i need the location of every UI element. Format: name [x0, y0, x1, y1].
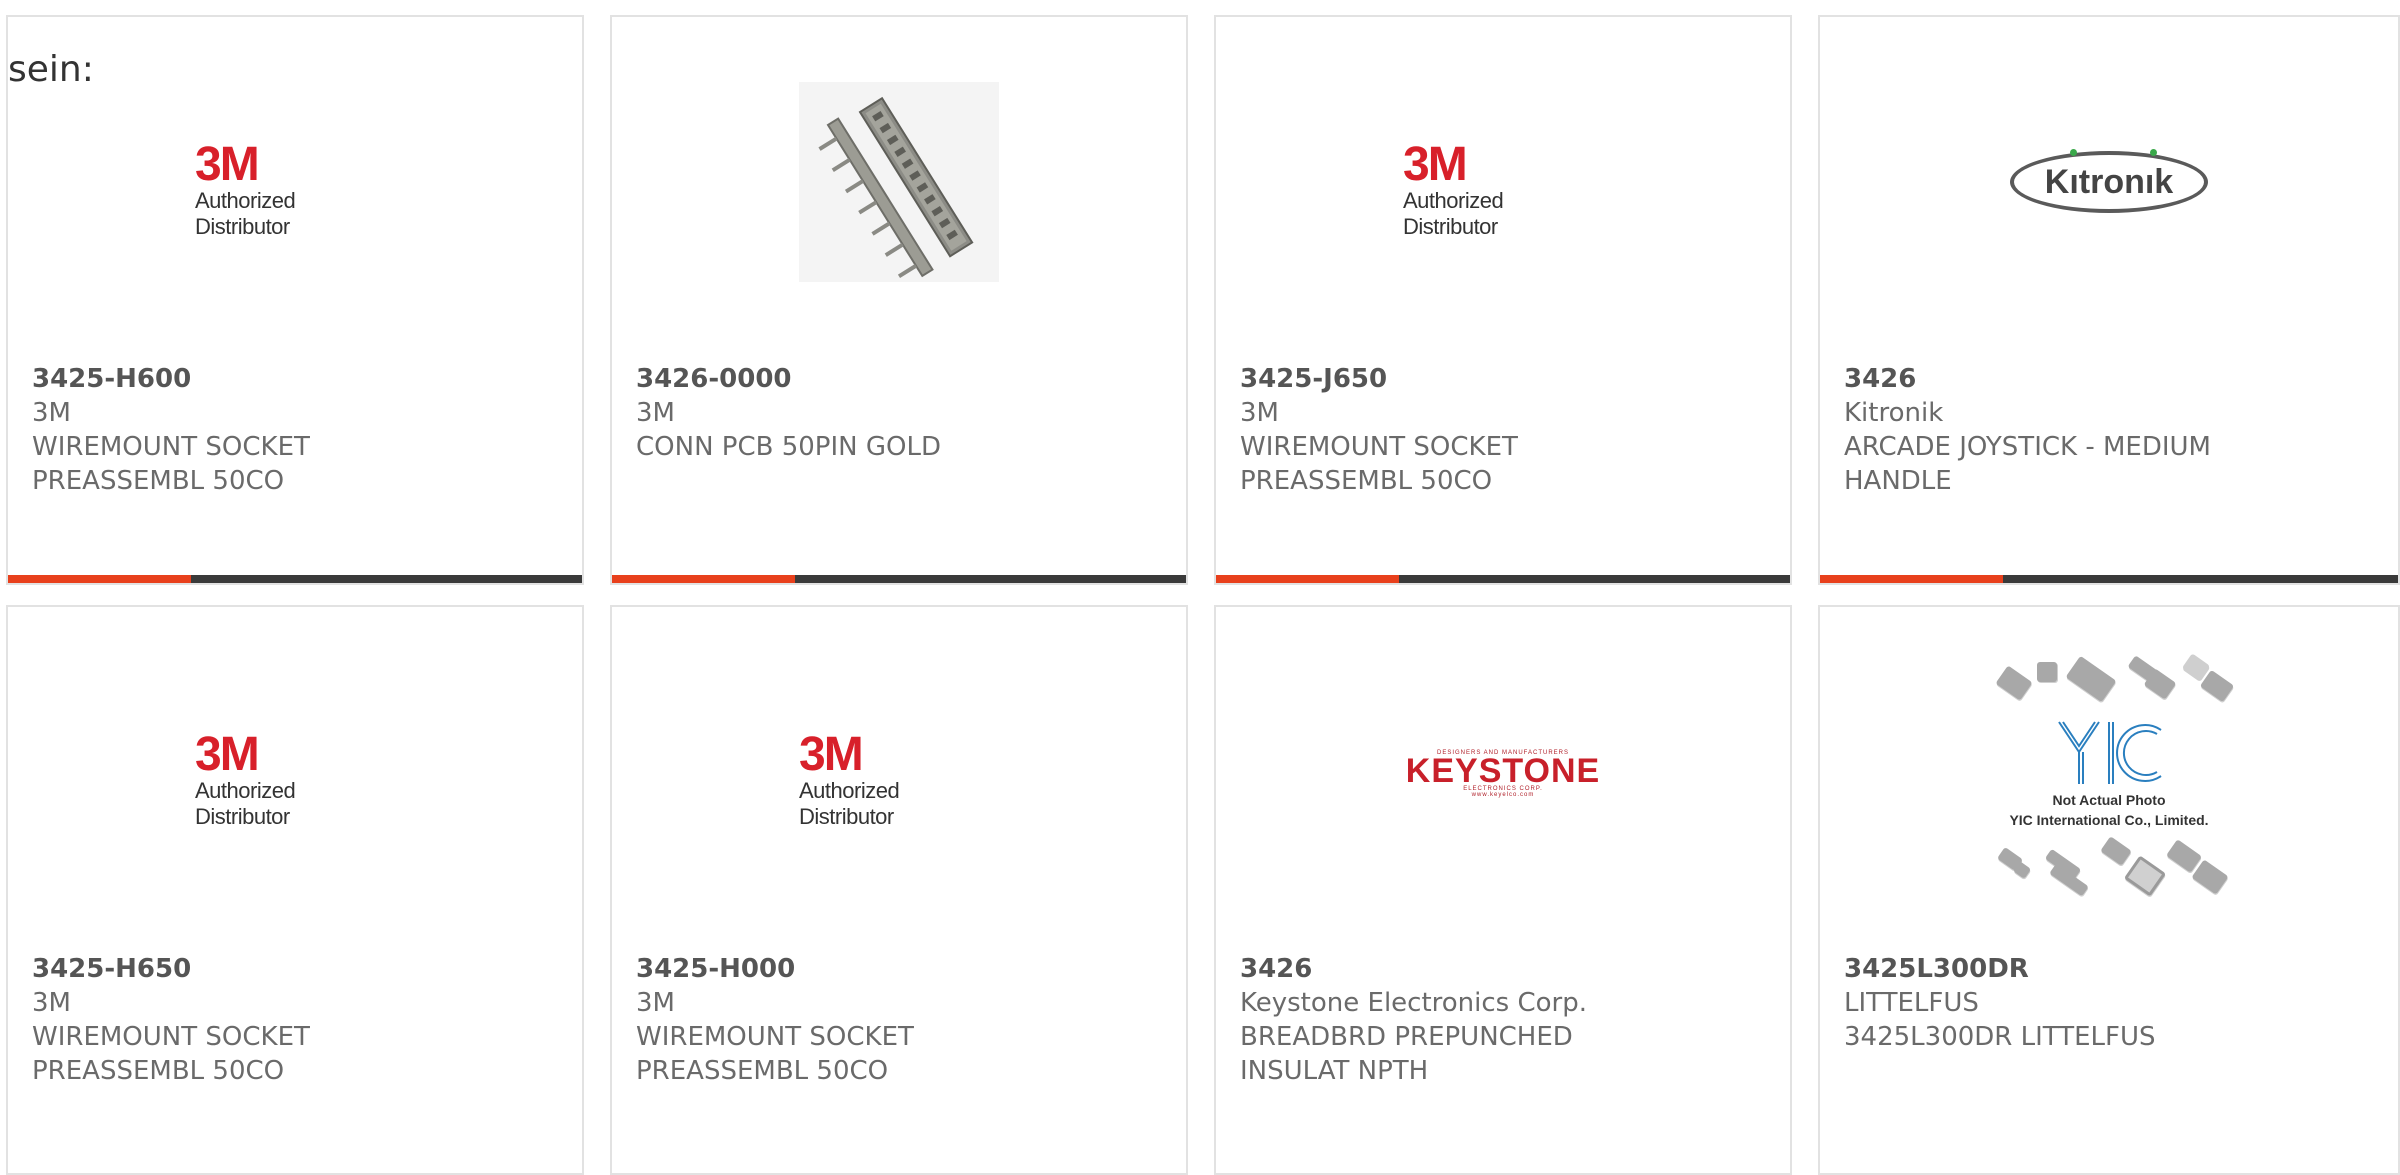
manufacturer: Keystone Electronics Corp.	[1240, 988, 1588, 1018]
description-line: WIREMOUNT SOCKET	[32, 432, 310, 462]
product-card[interactable]: 3426-0000 3M CONN PCB 50PIN GOLD	[610, 15, 1188, 585]
card-bottom-bar	[1820, 575, 2398, 583]
product-image[interactable]: 3M Authorized Distributor	[8, 17, 582, 347]
chip-icon	[2199, 669, 2235, 703]
part-number-link[interactable]: 3425L300DR	[1844, 952, 2378, 986]
part-number-link[interactable]: 3425-H000	[636, 952, 1166, 986]
part-number-link[interactable]: 3425-H600	[32, 362, 562, 396]
description-line: WIREMOUNT SOCKET	[1240, 432, 1518, 462]
description-line: WIREMOUNT SOCKET	[32, 1022, 310, 1052]
product-card[interactable]: 3M Authorized Distributor 3425-H650 3M W…	[6, 605, 584, 1175]
product-info: 3425-J650 3M WIREMOUNT SOCKET PREASSEMBL…	[1240, 362, 1770, 498]
product-info: 3426 Keystone Electronics Corp. BREADBRD…	[1240, 952, 1770, 1088]
manufacturer: 3M	[636, 988, 675, 1018]
intro-text: sein:	[8, 49, 94, 90]
pcb-connector-photo	[799, 82, 999, 282]
card-bottom-bar	[612, 575, 1186, 583]
description-line: BREADBRD PREPUNCHED	[1240, 1022, 1573, 1052]
product-info: 3425-H000 3M WIREMOUNT SOCKET PREASSEMBL…	[636, 952, 1166, 1088]
product-card[interactable]: 3M Authorized Distributor 3425-H600 3M W…	[6, 15, 584, 585]
product-image[interactable]: 3M Authorized Distributor	[612, 607, 1186, 937]
manufacturer: 3M	[636, 398, 675, 428]
chip-icon	[2037, 662, 2057, 682]
product-image[interactable]: 3M Authorized Distributor	[1216, 17, 1790, 347]
description-line: WIREMOUNT SOCKET	[636, 1022, 914, 1052]
description-line: CONN PCB 50PIN GOLD	[636, 432, 941, 462]
product-card[interactable]: DESIGNERS AND MANUFACTURERS KEYSTONE ELE…	[1214, 605, 1792, 1175]
manufacturer: 3M	[32, 398, 71, 428]
logo-dot	[2070, 149, 2077, 156]
card-bottom-bar	[8, 575, 582, 583]
product-info: 3426 Kitronik ARCADE JOYSTICK - MEDIUM H…	[1844, 362, 2378, 498]
3m-logo: 3M Authorized Distributor	[195, 728, 296, 830]
manufacturer: 3M	[32, 988, 71, 1018]
product-card[interactable]: 3M Authorized Distributor 3425-H000 3M W…	[610, 605, 1188, 1175]
chip-icon	[2100, 836, 2132, 866]
not-actual-photo-note: Not Actual Photo YIC International Co., …	[2009, 792, 2209, 828]
product-image[interactable]	[612, 17, 1186, 347]
logo-dot	[2150, 149, 2157, 156]
card-accent	[1216, 575, 1399, 583]
description-line: 3425L300DR LITTELFUS	[1844, 1022, 2156, 1052]
product-image[interactable]: Not Actual Photo YIC International Co., …	[1820, 607, 2398, 937]
chip-icon	[2123, 855, 2167, 897]
chip-icon	[2191, 859, 2229, 895]
card-accent	[8, 575, 191, 583]
keystone-logo: DESIGNERS AND MANUFACTURERS KEYSTONE ELE…	[1405, 750, 1601, 798]
product-info: 3425-H650 3M WIREMOUNT SOCKET PREASSEMBL…	[32, 952, 562, 1088]
part-number-link[interactable]: 3425-H650	[32, 952, 562, 986]
description-line: ARCADE JOYSTICK - MEDIUM	[1844, 432, 2211, 462]
description-line: HANDLE	[1844, 466, 1952, 496]
description-line: PREASSEMBL 50CO	[1240, 466, 1493, 496]
product-image[interactable]: 3M Authorized Distributor	[8, 607, 582, 937]
part-number-link[interactable]: 3426	[1240, 952, 1770, 986]
3m-logo: 3M Authorized Distributor	[195, 138, 296, 240]
product-card[interactable]: 3M Authorized Distributor 3425-J650 3M W…	[1214, 15, 1792, 585]
manufacturer: LITTELFUS	[1844, 988, 1979, 1018]
product-grid: 3M Authorized Distributor 3425-H600 3M W…	[0, 0, 2400, 1175]
description-line: PREASSEMBL 50CO	[32, 466, 285, 496]
chip-icon	[2065, 655, 2117, 703]
yic-logo-icon	[2058, 721, 2162, 784]
yic-placeholder-image: Not Actual Photo YIC International Co., …	[1979, 652, 2239, 897]
description-line: PREASSEMBL 50CO	[32, 1056, 285, 1086]
part-number-link[interactable]: 3426-0000	[636, 362, 1166, 396]
part-number-link[interactable]: 3425-J650	[1240, 362, 1770, 396]
card-accent	[612, 575, 795, 583]
chip-icon	[1995, 665, 2033, 701]
product-image[interactable]: Kıtronık	[1820, 17, 2398, 347]
kitronik-logo: Kıtronık	[2010, 149, 2208, 213]
description-line: PREASSEMBL 50CO	[636, 1056, 889, 1086]
product-image[interactable]: DESIGNERS AND MANUFACTURERS KEYSTONE ELE…	[1216, 607, 1790, 937]
product-info: 3426-0000 3M CONN PCB 50PIN GOLD	[636, 362, 1166, 464]
part-number-link[interactable]: 3426	[1844, 362, 2378, 396]
product-card[interactable]: Not Actual Photo YIC International Co., …	[1818, 605, 2400, 1175]
manufacturer: Kitronik	[1844, 398, 1944, 428]
product-info: 3425L300DR LITTELFUS 3425L300DR LITTELFU…	[1844, 952, 2378, 1054]
card-bottom-bar	[1216, 575, 1790, 583]
3m-logo: 3M Authorized Distributor	[1403, 138, 1504, 240]
manufacturer: 3M	[1240, 398, 1279, 428]
product-card[interactable]: Kıtronık 3426 Kitronik ARCADE JOYSTICK -…	[1818, 15, 2400, 585]
product-info: 3425-H600 3M WIREMOUNT SOCKET PREASSEMBL…	[32, 362, 562, 498]
card-accent	[1820, 575, 2003, 583]
description-line: INSULAT NPTH	[1240, 1056, 1429, 1086]
3m-logo: 3M Authorized Distributor	[799, 728, 900, 830]
